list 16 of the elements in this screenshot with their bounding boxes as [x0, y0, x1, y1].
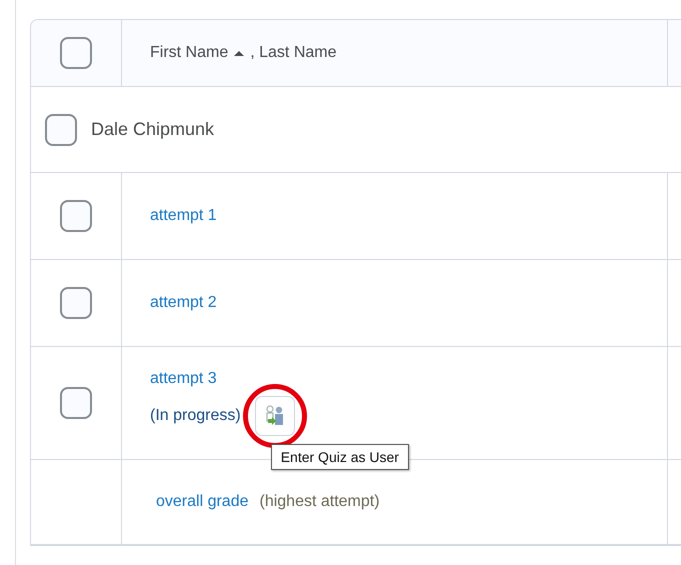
checkbox[interactable]: [45, 114, 77, 146]
attempt-link[interactable]: attempt 3: [150, 370, 217, 388]
student-name: Dale Chipmunk: [91, 119, 214, 140]
grade-note: (highest attempt): [260, 493, 380, 511]
enter-as-user-button[interactable]: [254, 396, 295, 436]
checkbox[interactable]: [60, 387, 92, 419]
attempt-status: (In progress): [150, 407, 241, 425]
attempt-link[interactable]: attempt 2: [150, 294, 217, 312]
column-header[interactable]: First Name: [150, 44, 228, 62]
column-header[interactable]: , Last Name: [250, 44, 336, 62]
grade-link[interactable]: overall grade: [156, 493, 248, 511]
tooltip: Enter Quiz as User: [270, 444, 409, 470]
attempt-link[interactable]: attempt 1: [150, 207, 217, 225]
checkbox[interactable]: [60, 287, 92, 319]
checkbox[interactable]: [60, 200, 92, 232]
checkbox[interactable]: [60, 37, 92, 69]
